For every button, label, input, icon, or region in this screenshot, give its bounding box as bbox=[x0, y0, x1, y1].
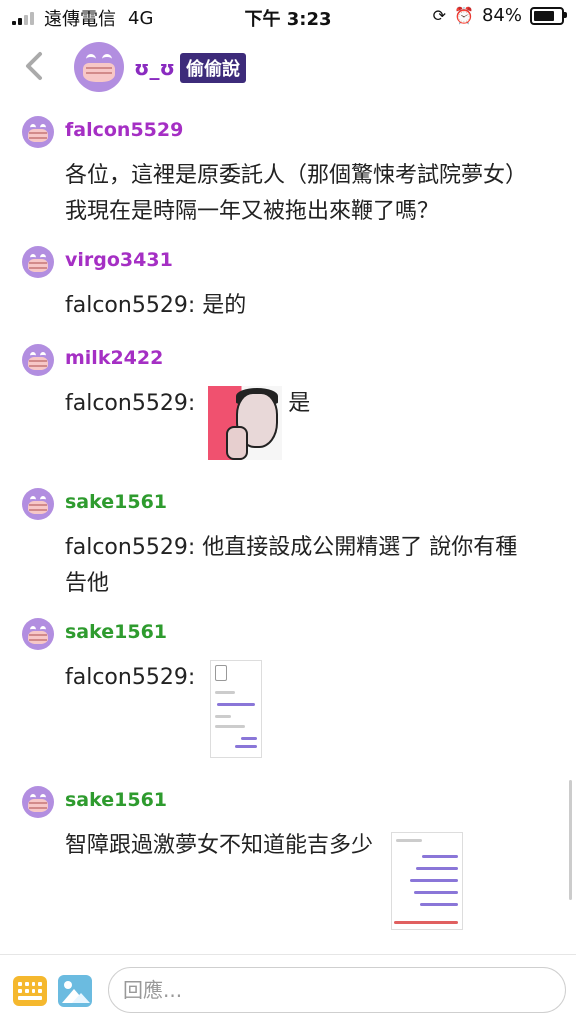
status-bar: 遠傳電信 4G 下午 3:23 ⟳ ⏰ 84% bbox=[0, 0, 576, 34]
battery-percent: 84% bbox=[481, 5, 522, 26]
meme-image[interactable] bbox=[208, 386, 283, 460]
username[interactable]: sake1561 bbox=[65, 491, 167, 513]
screenshot-image[interactable] bbox=[391, 832, 464, 930]
reply-input[interactable] bbox=[108, 967, 566, 1013]
username[interactable]: sake1561 bbox=[65, 789, 167, 811]
message-text-before: falcon5529: bbox=[65, 391, 203, 416]
image-button[interactable] bbox=[58, 975, 92, 1007]
avatar[interactable] bbox=[22, 344, 54, 376]
avatar[interactable] bbox=[22, 786, 54, 818]
battery-icon bbox=[530, 6, 567, 25]
message-text-before: falcon5529: bbox=[65, 665, 203, 690]
chevron-left-icon bbox=[26, 52, 42, 80]
keyboard-button[interactable] bbox=[13, 976, 47, 1006]
message-text: falcon5529: 他直接設成公開精選了 說你有種告他 bbox=[65, 535, 518, 596]
screenshot-image[interactable] bbox=[210, 660, 263, 758]
board-badge: 偷偷說 bbox=[180, 53, 246, 83]
message-text-after: 是 bbox=[288, 391, 311, 416]
message-text: falcon5529: 是的 bbox=[65, 293, 247, 318]
avatar[interactable] bbox=[74, 42, 124, 92]
scrollbar[interactable] bbox=[569, 780, 572, 900]
message-text-before: 智障跟過激夢女不知道能吉多少 bbox=[65, 833, 374, 858]
keyboard-icon bbox=[18, 982, 42, 1000]
username[interactable]: virgo3431 bbox=[65, 249, 173, 271]
avatar[interactable] bbox=[22, 246, 54, 278]
avatar[interactable] bbox=[22, 488, 54, 520]
username[interactable]: sake1561 bbox=[65, 621, 167, 643]
avatar[interactable] bbox=[22, 618, 54, 650]
message-text: 各位，這裡是原委託人（那個驚悚考試院夢女）我現在是時隔一年又被拖出來鞭了嗎？ bbox=[65, 163, 517, 224]
message-text: falcon5529: bbox=[65, 660, 525, 758]
rotation-lock-icon: ⟳ bbox=[432, 6, 447, 25]
username[interactable]: falcon5529 bbox=[65, 119, 183, 141]
reply-bar bbox=[0, 954, 576, 1025]
username[interactable]: milk2422 bbox=[65, 347, 163, 369]
chat-header: ʊ_ʊ 偷偷說 bbox=[0, 34, 576, 100]
message-text: 智障跟過激夢女不知道能吉多少 bbox=[65, 828, 525, 930]
alarm-icon: ⏰ bbox=[454, 6, 474, 25]
chat-name: ʊ_ʊ bbox=[134, 56, 175, 80]
avatar[interactable] bbox=[22, 116, 54, 148]
message-text: falcon5529: 是 bbox=[65, 386, 525, 460]
back-button[interactable] bbox=[20, 48, 50, 84]
